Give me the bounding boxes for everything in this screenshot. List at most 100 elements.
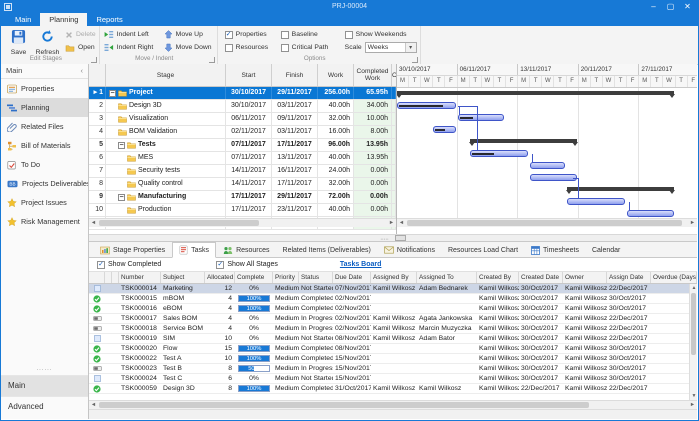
ribbon-tab-planning[interactable]: Planning <box>40 13 87 26</box>
task-row-tsk000024[interactable]: TSK000024Test C60%MediumNot Started15/No… <box>89 374 697 384</box>
stage-row-security-tests[interactable]: 7Security tests14/11/201716/11/201724.00… <box>89 165 396 178</box>
gantt-hscrollbar[interactable]: ◄ ► <box>397 218 697 227</box>
task-row-tsk000014[interactable]: TSK000014Marketing120%MediumNot Started0… <box>89 284 697 294</box>
tab-resources[interactable]: Resources <box>217 243 275 257</box>
column-header-finish[interactable]: Finish <box>272 64 318 86</box>
task-column-due-date[interactable]: Due Date <box>333 272 371 283</box>
gantt-body[interactable] <box>397 88 697 220</box>
column-header-completed-work[interactable]: Completed Work <box>354 64 392 86</box>
sidebar-item-properties[interactable]: Properties <box>1 79 88 98</box>
column-header-work[interactable]: Work <box>318 64 354 86</box>
task-column-number[interactable]: Number <box>119 272 161 283</box>
sidebar-grip[interactable]: ...... <box>1 366 88 375</box>
dialog-launcher-icon[interactable] <box>91 57 97 63</box>
task-column-owner[interactable]: Owner <box>563 272 607 283</box>
sidebar-item-risk-management[interactable]: Risk Management <box>1 212 88 231</box>
task-row-tsk000023[interactable]: TSK000023Test B850%MediumIn Progress15/N… <box>89 364 697 374</box>
stage-row-design-3d[interactable]: 2Design 3D30/10/201703/11/201740.00h34.0… <box>89 100 396 113</box>
splitter-grip[interactable]: ..... <box>380 236 388 242</box>
stage-row-visualization[interactable]: 3Visualization06/11/201709/11/201732.00h… <box>89 113 396 126</box>
checkbox[interactable] <box>216 261 224 269</box>
task-row-tsk000022[interactable]: TSK000022Test A10100%MediumCompleted15/N… <box>89 354 697 364</box>
close-button[interactable]: ✕ <box>679 1 696 13</box>
gantt-summary-bar[interactable] <box>397 91 674 95</box>
scrollbar-thumb[interactable] <box>99 402 589 408</box>
dialog-launcher-icon[interactable] <box>209 57 215 63</box>
task-column-priority[interactable]: Priority <box>273 272 299 283</box>
task-column-assigned-to[interactable]: Assigned To <box>417 272 477 283</box>
horizontal-splitter[interactable]: ..... <box>89 234 697 242</box>
tab-related-items-deliverables[interactable]: Related Items (Deliverables) <box>277 243 377 257</box>
stage-row-manufacturing[interactable]: 9−Manufacturing17/11/201729/11/201772.00… <box>89 191 396 204</box>
checkbox[interactable] <box>281 44 289 52</box>
sidebar-view-main[interactable]: Main <box>1 375 88 396</box>
task-column-complete[interactable]: Complete <box>235 272 273 283</box>
stage-row-bom-validation[interactable]: 4BOM Validation02/11/201703/11/201716.00… <box>89 126 396 139</box>
task-column-overdue-days[interactable]: Overdue (Days) <box>651 272 697 283</box>
gantt-task-bar[interactable] <box>397 102 456 109</box>
tab-calendar[interactable]: Calendar <box>586 243 626 257</box>
gantt-task-bar[interactable] <box>470 150 529 157</box>
checkbox[interactable] <box>97 261 105 269</box>
task-column-blank[interactable] <box>105 272 112 283</box>
scroll-up-icon[interactable]: ▲ <box>690 284 698 292</box>
scroll-right-icon[interactable]: ► <box>688 219 697 228</box>
gantt-summary-bar[interactable] <box>567 187 674 191</box>
collapse-toggle-icon[interactable]: − <box>118 194 125 201</box>
scroll-left-icon[interactable]: ◄ <box>397 219 406 228</box>
tab-tasks[interactable]: Tasks <box>172 242 216 258</box>
sidebar-item-bill-of-materials[interactable]: Bill of Materials <box>1 136 88 155</box>
option-resources[interactable]: Resources <box>225 41 277 54</box>
sidebar-item-projects-deliverables[interactable]: BBProjects Deliverables <box>1 174 88 193</box>
task-column-created-by[interactable]: Created By <box>477 272 519 283</box>
scale-dropdown[interactable]: Weeks▾ <box>365 42 417 53</box>
open-button[interactable]: Open <box>65 41 96 54</box>
maximize-button[interactable]: ▢ <box>662 1 679 13</box>
gantt-summary-bar[interactable] <box>470 139 577 143</box>
task-table-hscrollbar[interactable]: ◄ ► <box>89 400 697 409</box>
sidebar-item-related-files[interactable]: Related Files <box>1 117 88 136</box>
scroll-down-icon[interactable]: ▼ <box>690 392 698 400</box>
collapse-sidebar-icon[interactable]: ‹ <box>81 64 84 78</box>
checkbox[interactable] <box>345 31 353 39</box>
delete-button[interactable]: Delete <box>65 28 96 41</box>
task-column-assign-date[interactable]: Assign Date <box>607 272 651 283</box>
scroll-left-icon[interactable]: ◄ <box>89 219 98 228</box>
minimize-button[interactable]: – <box>645 1 662 13</box>
task-table-vscrollbar[interactable]: ▲ ▼ <box>689 284 697 400</box>
stage-table-hscrollbar[interactable]: ◄ ► <box>89 218 396 227</box>
column-header-start[interactable]: Start <box>226 64 272 86</box>
tasks-board-link[interactable]: Tasks Board <box>340 261 382 268</box>
task-row-tsk000015[interactable]: TSK000015mBOM4100%MediumCompleted02/Nov/… <box>89 294 697 304</box>
tab-timesheets[interactable]: Timesheets <box>525 243 585 257</box>
collapse-toggle-icon[interactable]: − <box>118 142 125 149</box>
collapse-toggle-icon[interactable]: − <box>109 90 116 97</box>
task-row-tsk000019[interactable]: TSK000019SIM100%MediumNot Started08/Nov/… <box>89 334 697 344</box>
gantt-task-bar[interactable] <box>567 198 626 205</box>
stage-row-mes[interactable]: 6MES07/11/201713/11/201740.00h13.95h <box>89 152 396 165</box>
indent-left-button[interactable]: Indent Left <box>104 28 161 41</box>
option-baseline[interactable]: Baseline <box>281 28 341 41</box>
task-column-status[interactable]: Status <box>299 272 333 283</box>
option-properties[interactable]: Properties <box>225 28 277 41</box>
scrollbar-thumb[interactable] <box>407 220 682 226</box>
task-column-blank[interactable] <box>89 272 105 283</box>
checkbox[interactable] <box>225 44 233 52</box>
ribbon-tab-main[interactable]: Main <box>6 13 40 26</box>
refresh-button[interactable]: Refresh <box>33 28 62 56</box>
task-column-assigned-by[interactable]: Assigned By <box>371 272 417 283</box>
gantt-task-bar[interactable] <box>530 162 564 169</box>
checkbox[interactable] <box>281 31 289 39</box>
indent-right-button[interactable]: Indent Right <box>104 41 161 54</box>
task-column-blank[interactable] <box>112 272 119 283</box>
stage-row-production[interactable]: 10Production17/11/201723/11/201740.00h0.… <box>89 204 396 217</box>
option-critical-path[interactable]: Critical Path <box>281 41 341 54</box>
sidebar-view-advanced[interactable]: Advanced <box>1 396 88 417</box>
stage-row-project[interactable]: ▸ 1−Project30/10/201729/11/2017256.00h65… <box>89 87 396 100</box>
task-row-tsk000059[interactable]: TSK000059Design 3D8100%MediumCompleted31… <box>89 384 697 394</box>
sidebar-item-planning[interactable]: Planning <box>1 98 88 117</box>
tab-stage-properties[interactable]: Stage Properties <box>94 243 171 257</box>
filter-show-all-stages[interactable]: Show All Stages <box>216 261 278 269</box>
filter-show-completed[interactable]: Show Completed <box>97 261 161 269</box>
sidebar-item-to-do[interactable]: To Do <box>1 155 88 174</box>
